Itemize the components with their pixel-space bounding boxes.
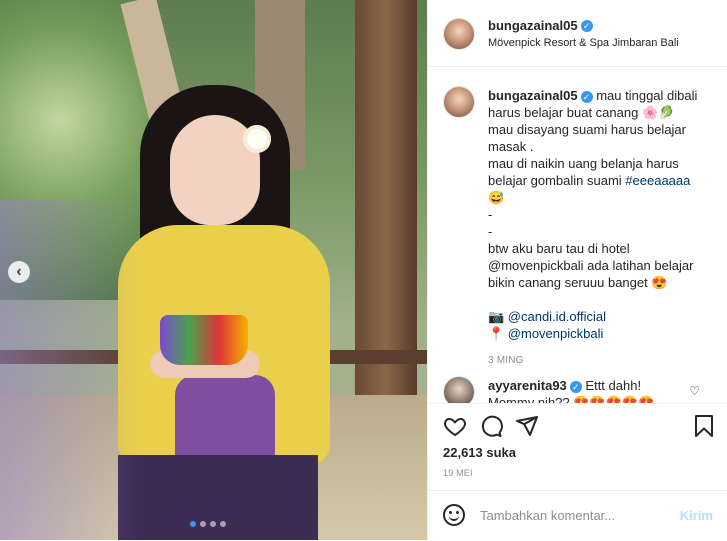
bookmark-icon[interactable] (692, 414, 716, 438)
caption-line: btw aku baru tau di hotel (488, 241, 630, 256)
post-sidebar: bungazainal05 ✓ Mövenpick Resort & Spa Ji… (427, 0, 727, 540)
comment-text: Ettt dahh! (585, 378, 642, 393)
post-photo[interactable]: ‹ (0, 0, 427, 540)
location-link[interactable]: Mövenpick Resort & Spa Jimbaran Bali (488, 37, 679, 49)
caption-line: 😅 (488, 190, 505, 205)
verified-badge-icon: ✓ (580, 19, 593, 32)
comments-panel: bungazainal05 ✓ mau tinggal dibali harus … (428, 67, 727, 403)
comment-input[interactable] (478, 507, 667, 524)
instagram-post: ‹ bungazainal05 ✓ Mövenpick Resort & Spa … (0, 0, 727, 540)
hashtag-link[interactable]: #eeeaaaaa (625, 173, 690, 188)
wooden-pillar (355, 0, 417, 400)
comment-like-heart-icon[interactable]: ♡ (689, 384, 700, 398)
carousel-dot (210, 521, 216, 527)
action-bar (428, 403, 727, 448)
carousel-dot (200, 521, 206, 527)
comment-text: Mommy nih?? 😍😍😍😍😍 (488, 395, 655, 403)
verified-badge-icon: ✓ (569, 380, 582, 393)
caption-username[interactable]: bungazainal05 (488, 88, 578, 103)
avatar[interactable] (443, 18, 475, 50)
lens-light (0, 200, 140, 540)
avatar[interactable] (443, 86, 475, 118)
caption-line: mau di naikin uang belanja harus (488, 156, 679, 171)
caption-line: bikin canang seruuu banget 😍 (488, 275, 668, 290)
avatar[interactable] (443, 376, 475, 403)
caption-line: mau tinggal dibali (596, 88, 698, 103)
post-date[interactable]: 19 MEI (443, 468, 473, 478)
caption-line: harus belajar buat canang 🌸🥬 (488, 105, 675, 120)
chevron-left-icon: ‹ (16, 263, 22, 280)
post-caption: bungazainal05 ✓ mau tinggal dibali harus … (488, 87, 718, 369)
batik-skirt (118, 455, 318, 540)
caption-line: belajar gombalin suami #eeeaaaaa (488, 173, 691, 188)
caption-line: masak . (488, 139, 534, 154)
caption-time[interactable]: 3 ming (488, 352, 718, 369)
photographer-mention[interactable]: 📷 @candi.id.official (488, 308, 718, 325)
carousel-dot (220, 521, 226, 527)
header-username[interactable]: bungazainal05 (488, 18, 578, 33)
caption-line: @movenpickbali ada latihan belajar (488, 258, 694, 273)
carousel-dots (190, 521, 226, 527)
caption-line: mau disayang suami harus belajar (488, 122, 686, 137)
hair-flower (243, 125, 271, 153)
carousel-prev-button[interactable]: ‹ (8, 261, 30, 283)
comment-icon[interactable] (479, 414, 503, 438)
comment: ayyarenita93 ✓ Ettt dahh! Mommy nih?? 😍😍😍… (488, 377, 688, 403)
carousel-dot (190, 521, 196, 527)
post-header: bungazainal05 ✓ Mövenpick Resort & Spa Ji… (428, 0, 727, 67)
location-mention[interactable]: 📍 @movenpickbali (488, 325, 718, 342)
heart-icon[interactable] (443, 414, 467, 438)
share-icon[interactable] (515, 414, 539, 438)
canang-offering (160, 315, 248, 365)
verified-badge-icon: ✓ (580, 90, 593, 103)
emoji-icon[interactable] (443, 504, 465, 526)
comment-username[interactable]: ayyarenita93 (488, 378, 567, 393)
caption-line: - (488, 207, 493, 222)
like-count[interactable]: 22,613 suka (443, 445, 516, 460)
comment-composer: Kirim (428, 490, 727, 541)
post-comment-button[interactable]: Kirim (680, 508, 713, 523)
caption-line (488, 291, 718, 308)
caption-line: - (488, 224, 493, 239)
